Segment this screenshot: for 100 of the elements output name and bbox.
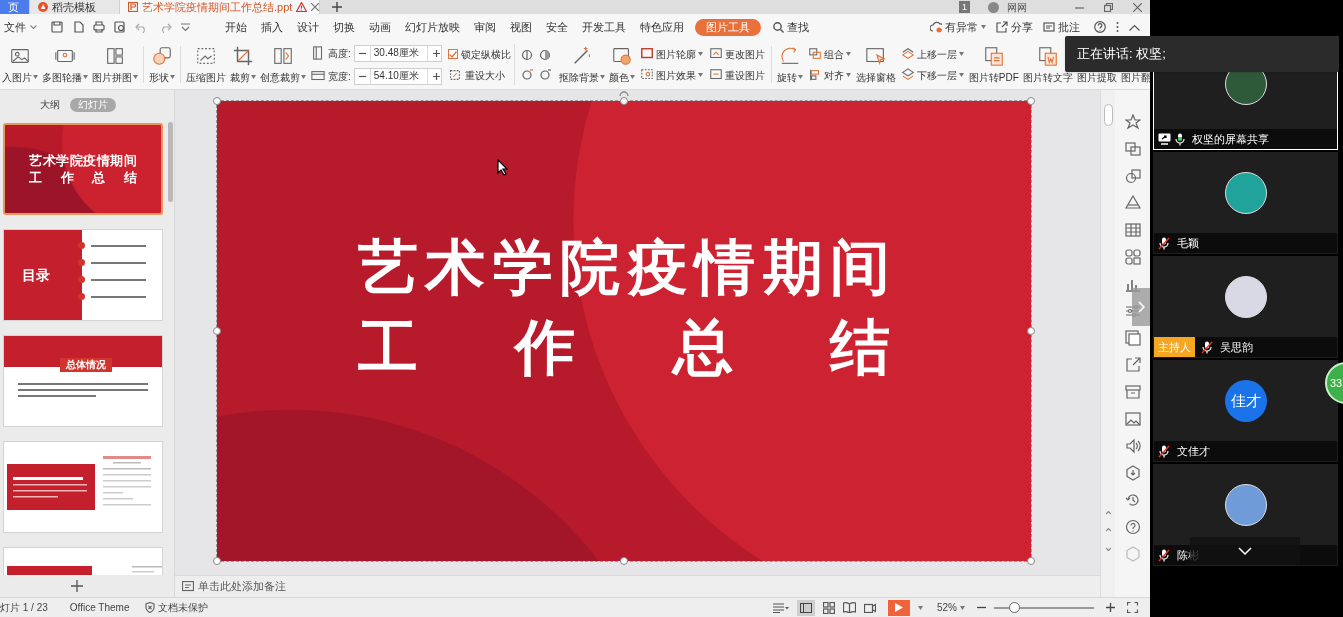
toolbar-action[interactable]: 有异常 <box>930 18 986 36</box>
ribbon-button[interactable]: 形状 <box>147 40 177 89</box>
ribbon-button[interactable]: 创意裁剪 <box>258 40 308 89</box>
protection-status[interactable]: 文档未保护 <box>145 600 209 615</box>
ribbon-tab[interactable]: 审阅 <box>467 18 503 36</box>
document-tab[interactable]: 艺术学院疫情期间工作总结.ppt <box>120 0 320 14</box>
fit-window-icon[interactable] <box>1127 602 1138 613</box>
speaker-icon[interactable] <box>1124 437 1141 454</box>
ribbon-tab[interactable]: 特色应用 <box>633 18 691 36</box>
document-tab[interactable]: 稻壳模板 <box>30 0 120 14</box>
restore-icon[interactable] <box>1104 2 1113 12</box>
help-icon[interactable] <box>1094 21 1106 33</box>
lock-aspect-checkbox[interactable]: 锁定纵横比 <box>447 46 511 62</box>
view-tab[interactable]: 大纲 <box>38 98 62 112</box>
resize-handle[interactable] <box>213 557 221 565</box>
notes-placeholder[interactable]: 单击此处添加备注 <box>198 578 286 595</box>
resize-handle[interactable] <box>1027 327 1035 335</box>
ribbon-button[interactable]: 多图轮播 <box>40 40 90 89</box>
resize-handle[interactable] <box>620 557 628 565</box>
ribbon-tab[interactable]: 动画 <box>362 18 398 36</box>
ribbon-button[interactable]: 组合 <box>807 46 851 62</box>
star-icon[interactable] <box>1124 113 1141 130</box>
add-icon[interactable] <box>71 580 83 592</box>
slide-thumbnail[interactable]: 目录 <box>3 229 163 321</box>
ribbon-button[interactable]: 选择窗格 <box>853 40 898 89</box>
rotate-handle[interactable] <box>619 89 629 97</box>
notes-view-icon[interactable] <box>773 602 789 613</box>
ribbon-button[interactable]: 图片拼图 <box>90 40 140 89</box>
ribbon-button[interactable]: 压缩图片 <box>184 40 228 89</box>
ribbon-button[interactable]: 对齐 <box>807 67 851 83</box>
ribbon-tab[interactable]: 幻灯片放映 <box>398 18 467 36</box>
resize-handle[interactable] <box>213 97 221 105</box>
ribbon-button[interactable]: 下移一层 <box>900 67 964 83</box>
checkbox[interactable] <box>447 49 458 59</box>
zoom-dropdown[interactable]: 52% <box>937 600 965 615</box>
fill-icon[interactable] <box>1124 194 1141 211</box>
number-field[interactable]: 54.10厘米 <box>353 67 442 85</box>
ribbon-button[interactable]: 入图片 <box>0 40 40 89</box>
resize-handle[interactable] <box>1027 97 1035 105</box>
close-icon[interactable] <box>1133 2 1142 12</box>
brightness-down-icon[interactable] <box>520 68 533 81</box>
shapes-icon[interactable] <box>1124 167 1141 184</box>
brightness-icon[interactable] <box>520 48 533 61</box>
print-icon[interactable] <box>93 21 105 33</box>
slides-icon[interactable] <box>1124 140 1141 157</box>
collapse-icon[interactable] <box>1129 23 1140 31</box>
export-icon[interactable] <box>72 21 84 33</box>
ribbon-tab[interactable]: 视图 <box>503 18 539 36</box>
presenter-view-icon[interactable] <box>864 602 876 613</box>
toolbar-action[interactable]: 批注 <box>1043 18 1080 36</box>
ribbon-button[interactable]: 抠除背景 <box>556 40 607 89</box>
download-icon[interactable] <box>1124 464 1141 481</box>
apps-icon[interactable] <box>1124 248 1141 265</box>
customize-icon[interactable] <box>181 23 190 31</box>
picture-icon[interactable] <box>1124 410 1141 427</box>
ribbon-button[interactable]: 上移一层 <box>900 46 964 62</box>
ribbon-button[interactable]: 更改图片 <box>708 46 765 62</box>
help-icon[interactable] <box>1124 518 1141 535</box>
archive-icon[interactable] <box>1124 383 1141 400</box>
avatar-icon[interactable] <box>988 1 999 13</box>
ribbon-button[interactable]: 裁剪 <box>228 40 258 89</box>
picture-frame-icon[interactable] <box>1124 329 1141 346</box>
zoom-in-icon[interactable] <box>1106 603 1115 612</box>
panel-toggle-button[interactable] <box>1132 288 1150 326</box>
history-icon[interactable] <box>1124 491 1141 508</box>
export-icon[interactable] <box>1124 356 1141 373</box>
number-field[interactable]: 30.48厘米 <box>353 44 442 62</box>
ribbon-button[interactable]: 重设大小 <box>447 67 511 83</box>
resize-handle[interactable] <box>1027 557 1035 565</box>
save-icon[interactable] <box>51 21 63 33</box>
contrast-icon[interactable] <box>538 48 551 61</box>
ribbon-button[interactable]: 颜色 <box>606 40 637 89</box>
ribbon-tab[interactable]: 开发工具 <box>575 18 633 36</box>
ribbon-button[interactable]: 重设图片 <box>708 67 765 83</box>
table-icon[interactable] <box>1124 221 1141 238</box>
reading-view-icon[interactable] <box>843 602 856 613</box>
ribbon-button[interactable]: 图片轮廓 <box>639 46 703 62</box>
file-menu[interactable]: 文件 <box>0 18 37 36</box>
ribbon-tab[interactable]: 安全 <box>539 18 575 36</box>
ribbon-tab[interactable]: 切换 <box>326 18 362 36</box>
scrollbar-thumb[interactable] <box>167 122 173 202</box>
toolbar-action[interactable]: 分享 <box>996 18 1033 36</box>
ribbon-tab[interactable]: 设计 <box>290 18 326 36</box>
ribbon-button[interactable]: 图片效果 <box>639 67 703 83</box>
print-preview-icon[interactable] <box>114 21 126 33</box>
play-button[interactable] <box>888 599 910 616</box>
more-icon[interactable] <box>1116 21 1119 33</box>
contrast-down-icon[interactable] <box>538 68 551 81</box>
slide-sorter-icon[interactable] <box>823 601 835 614</box>
ribbon-button[interactable]: 旋转 <box>774 40 805 89</box>
slide-thumbnail[interactable] <box>3 441 163 533</box>
slide-thumbnail[interactable]: 总体情况 <box>3 335 163 427</box>
ribbon-button[interactable]: 图片转PDF <box>966 40 1021 89</box>
resize-handle[interactable] <box>620 97 628 105</box>
scrollbar-thumb[interactable] <box>1103 104 1113 126</box>
document-tab[interactable]: 页 <box>0 0 30 14</box>
ribbon-tab[interactable]: 插入 <box>254 18 290 36</box>
ribbon-tab[interactable]: 开始 <box>218 18 254 36</box>
search-button[interactable]: 查找 <box>773 18 809 36</box>
slide-thumbnail[interactable]: 艺术学院疫情期间 工作总结 <box>3 123 163 215</box>
